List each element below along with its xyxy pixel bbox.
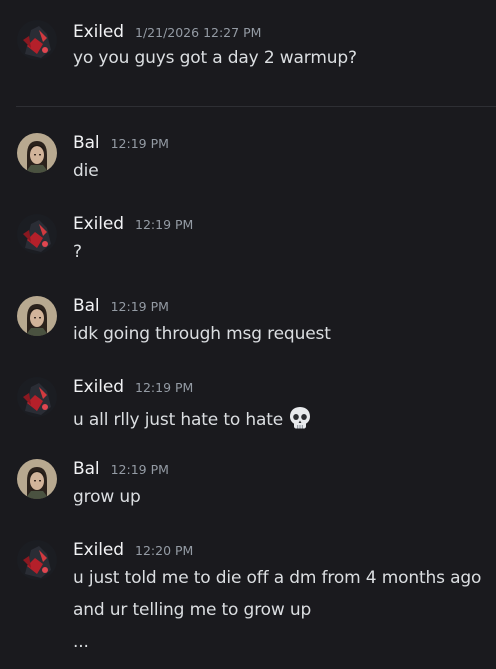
timestamp: 12:19 PM bbox=[135, 217, 194, 232]
message-text: and ur telling me to grow up bbox=[73, 600, 312, 620]
author-name[interactable]: Bal bbox=[73, 459, 100, 479]
author-name[interactable]: Exiled bbox=[73, 377, 124, 397]
author-name[interactable]: Exiled bbox=[73, 214, 124, 234]
message-text: ? bbox=[73, 242, 82, 262]
divider bbox=[16, 106, 496, 107]
message-text: idk going through msg request bbox=[73, 324, 331, 344]
message-header: Bal 12:19 PM bbox=[73, 459, 169, 481]
avatar[interactable] bbox=[17, 377, 57, 417]
avatar[interactable] bbox=[17, 133, 57, 173]
message-header: Exiled 12:19 PM bbox=[73, 377, 193, 399]
timestamp: 12:19 PM bbox=[110, 136, 169, 151]
skull-icon[interactable] bbox=[287, 405, 313, 436]
author-name[interactable]: Bal bbox=[73, 296, 100, 316]
message-header: Bal 12:19 PM bbox=[73, 296, 169, 318]
message-text: u just told me to die off a dm from 4 mo… bbox=[73, 568, 482, 588]
message-text: die bbox=[73, 161, 99, 181]
avatar[interactable] bbox=[17, 20, 57, 60]
message-text: u all rlly just hate to hate bbox=[73, 405, 313, 436]
message-header: Exiled 1/21/2026 12:27 PM bbox=[73, 22, 261, 44]
author-name[interactable]: Bal bbox=[73, 133, 100, 153]
timestamp: 12:19 PM bbox=[110, 299, 169, 314]
message-header: Exiled 12:20 PM bbox=[73, 540, 193, 562]
avatar[interactable] bbox=[17, 296, 57, 336]
avatar[interactable] bbox=[17, 459, 57, 499]
message-header: Exiled 12:19 PM bbox=[73, 214, 193, 236]
message-text-content: u all rlly just hate to hate bbox=[73, 410, 284, 430]
timestamp: 12:19 PM bbox=[135, 380, 194, 395]
avatar[interactable] bbox=[17, 214, 57, 254]
message-text: grow up bbox=[73, 487, 141, 507]
timestamp: 12:20 PM bbox=[135, 543, 194, 558]
timestamp: 12:19 PM bbox=[110, 462, 169, 477]
message-text: yo you guys got a day 2 warmup? bbox=[73, 48, 357, 68]
timestamp: 1/21/2026 12:27 PM bbox=[135, 25, 262, 40]
chat-log: Exiled 1/21/2026 12:27 PM yo you guys go… bbox=[0, 0, 496, 669]
author-name[interactable]: Exiled bbox=[73, 540, 124, 560]
avatar[interactable] bbox=[17, 540, 57, 580]
message-text: ... bbox=[73, 632, 89, 652]
author-name[interactable]: Exiled bbox=[73, 22, 124, 42]
message-header: Bal 12:19 PM bbox=[73, 133, 169, 155]
